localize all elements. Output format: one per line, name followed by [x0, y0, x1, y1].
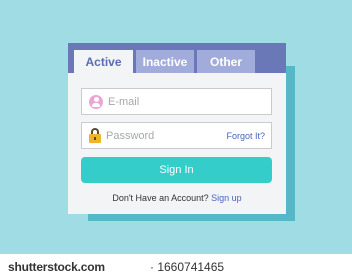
tab-bar: Active Inactive Other — [68, 43, 286, 73]
tab-active[interactable]: Active — [74, 50, 133, 73]
watermark-bar: shutterstock.com · 1660741465 — [0, 254, 352, 280]
tab-other[interactable]: Other — [197, 50, 255, 73]
tab-inactive[interactable]: Inactive — [136, 50, 194, 73]
sign-in-button[interactable]: Sign In — [81, 157, 272, 183]
forgot-password-link[interactable]: Forgot It? — [226, 131, 265, 141]
login-card: Active Inactive Other Forgot It? Sign In… — [68, 43, 286, 214]
signup-prompt: Don't Have an Account? — [112, 193, 209, 203]
sign-up-link[interactable]: Sign up — [211, 193, 242, 203]
user-icon — [89, 94, 103, 109]
signup-row: Don't Have an Account? Sign up — [68, 193, 286, 203]
email-field — [81, 88, 272, 115]
password-input[interactable] — [106, 123, 216, 148]
email-input[interactable] — [108, 89, 268, 114]
watermark-id: · 1660741465 — [150, 260, 225, 274]
lock-icon — [89, 128, 101, 143]
watermark-domain: shutterstock.com — [8, 260, 105, 274]
password-field: Forgot It? — [81, 122, 272, 149]
